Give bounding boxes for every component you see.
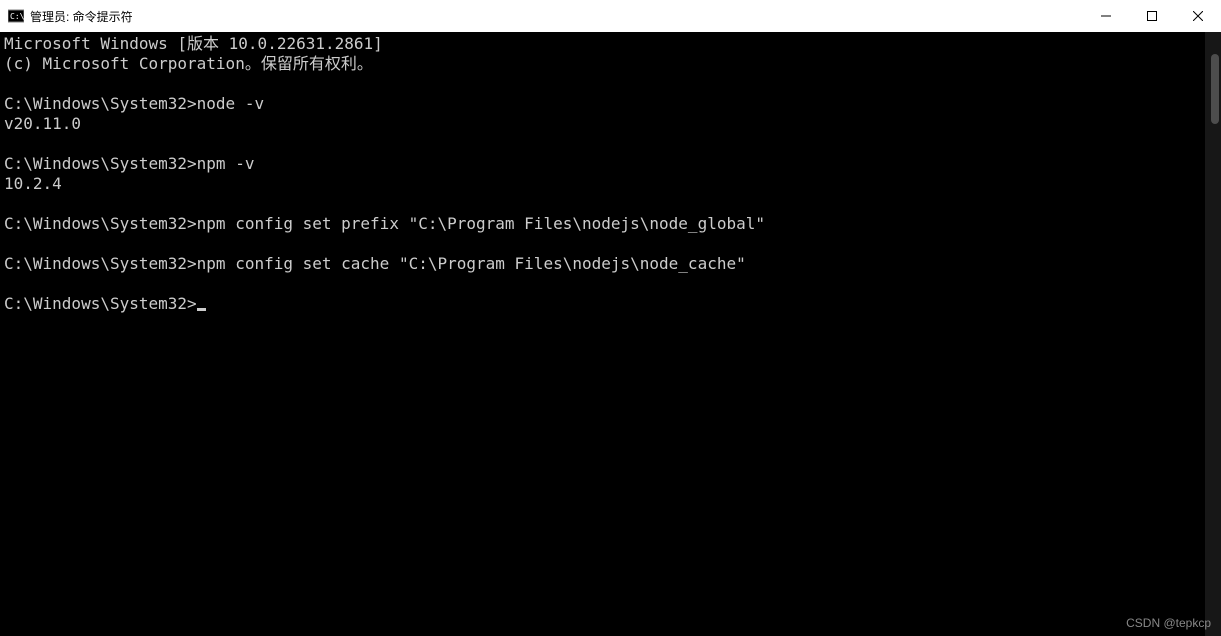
terminal-line: C:\Windows\System32>npm -v — [4, 154, 1217, 174]
terminal-line — [4, 134, 1217, 154]
terminal-cursor — [197, 308, 206, 311]
terminal-prompt-line[interactable]: C:\Windows\System32> — [4, 294, 1217, 314]
terminal-line — [4, 74, 1217, 94]
terminal-line: (c) Microsoft Corporation。保留所有权利。 — [4, 54, 1217, 74]
terminal-line: v20.11.0 — [4, 114, 1217, 134]
terminal-line — [4, 274, 1217, 294]
terminal-content[interactable]: Microsoft Windows [版本 10.0.22631.2861](c… — [0, 32, 1221, 316]
terminal-area[interactable]: Microsoft Windows [版本 10.0.22631.2861](c… — [0, 32, 1221, 636]
titlebar-left: C:\ 管理员: 命令提示符 — [8, 8, 133, 25]
cmd-icon: C:\ — [8, 8, 24, 24]
titlebar[interactable]: C:\ 管理员: 命令提示符 — [0, 0, 1221, 32]
terminal-prompt: C:\Windows\System32> — [4, 294, 197, 313]
watermark: CSDN @tepkcp — [1126, 616, 1211, 630]
terminal-line: Microsoft Windows [版本 10.0.22631.2861] — [4, 34, 1217, 54]
close-button[interactable] — [1175, 0, 1221, 32]
terminal-line — [4, 194, 1217, 214]
terminal-line: C:\Windows\System32>node -v — [4, 94, 1217, 114]
svg-text:C:\: C:\ — [10, 12, 24, 21]
window-controls — [1083, 0, 1221, 32]
maximize-button[interactable] — [1129, 0, 1175, 32]
terminal-line: C:\Windows\System32>npm config set prefi… — [4, 214, 1217, 234]
terminal-line: 10.2.4 — [4, 174, 1217, 194]
minimize-button[interactable] — [1083, 0, 1129, 32]
command-prompt-window: C:\ 管理员: 命令提示符 Microsoft Windows [版本 10.… — [0, 0, 1221, 636]
terminal-line — [4, 234, 1217, 254]
scrollbar-thumb[interactable] — [1211, 54, 1219, 124]
scrollbar-track[interactable] — [1205, 32, 1221, 636]
terminal-line: C:\Windows\System32>npm config set cache… — [4, 254, 1217, 274]
window-title: 管理员: 命令提示符 — [30, 8, 133, 25]
